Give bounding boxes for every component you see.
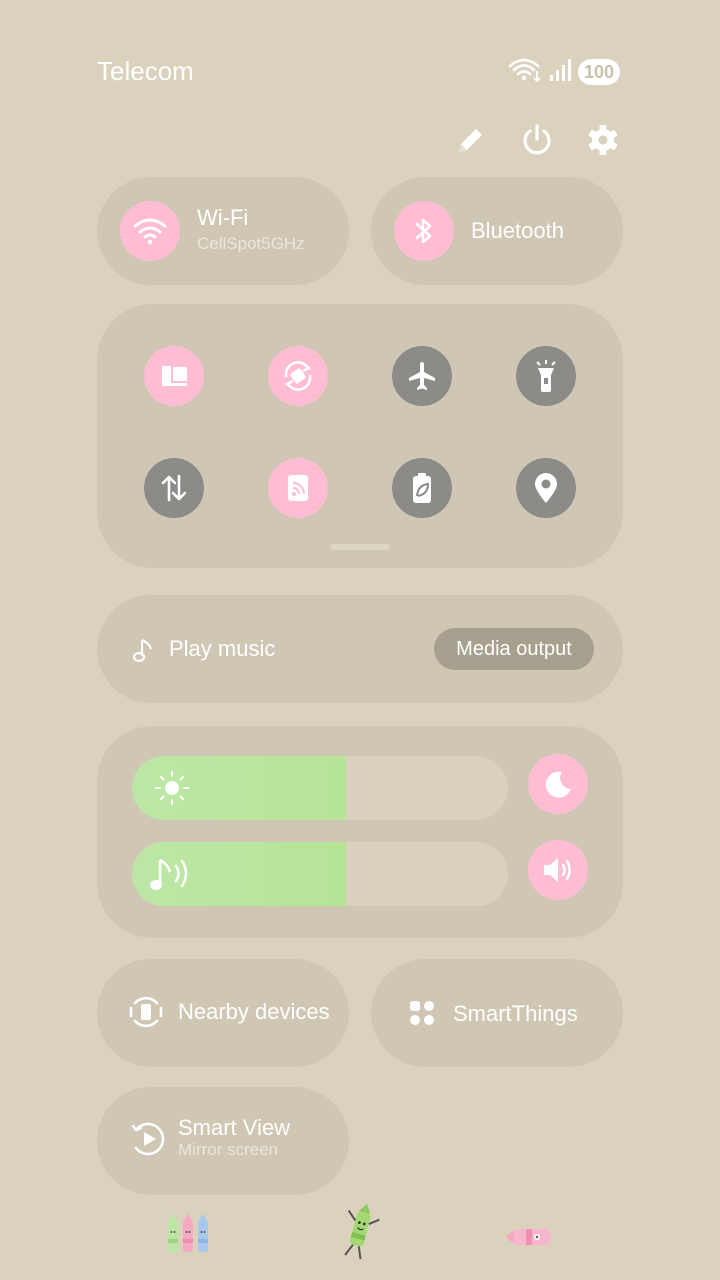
edit-icon[interactable] [453, 122, 489, 158]
wifi-tile[interactable]: Wi-Fi CellSpot5GHz [97, 177, 349, 285]
location-pin-icon[interactable] [516, 458, 576, 518]
hotspot-icon[interactable] [268, 458, 328, 518]
quick-toggles-panel [97, 304, 623, 568]
nearby-devices-label: Nearby devices [178, 999, 330, 1024]
smartthings-icon [408, 999, 436, 1032]
smart-view-tile[interactable]: Smart View Mirror screen [97, 1087, 349, 1195]
flashlight-icon[interactable] [516, 346, 576, 406]
power-icon[interactable] [519, 122, 555, 158]
brightness-slider[interactable] [132, 756, 508, 820]
status-icons: 100 [508, 57, 621, 88]
signal-icon [548, 57, 574, 88]
rotate-icon[interactable] [268, 346, 328, 406]
bluetooth-tile[interactable]: Bluetooth [371, 177, 623, 285]
page-indicator [330, 544, 390, 550]
music-sound-icon [148, 854, 198, 899]
moon-icon[interactable] [528, 754, 588, 814]
smart-view-icon [130, 1120, 166, 1163]
sliders-panel [97, 726, 623, 938]
lying-crayon-sticker-icon [504, 1224, 554, 1255]
sun-icon [154, 770, 190, 811]
wifi-network-name: CellSpot5GHz [197, 234, 305, 253]
battery-indicator: 100 [578, 59, 621, 85]
media-output-button[interactable]: Media output [434, 628, 594, 670]
crayon-trio-sticker-icon [163, 1212, 219, 1259]
speaker-icon[interactable] [528, 840, 588, 900]
nearby-devices-tile[interactable]: Nearby devices [97, 959, 349, 1067]
device-control-icon[interactable] [144, 346, 204, 406]
bluetooth-icon[interactable] [394, 201, 454, 261]
smart-view-subtitle: Mirror screen [178, 1140, 279, 1159]
settings-icon[interactable] [585, 122, 621, 158]
smartthings-label: SmartThings [453, 1001, 578, 1026]
wifi-icon[interactable] [120, 201, 180, 261]
wifi-title: Wi-Fi [197, 205, 249, 230]
wifi-icon [508, 57, 544, 88]
bluetooth-title: Bluetooth [471, 218, 564, 243]
play-music-label: Play music [169, 636, 276, 661]
dancing-crayon-sticker-icon [336, 1200, 384, 1267]
smart-view-title: Smart View [178, 1115, 291, 1140]
data-arrows-icon[interactable] [144, 458, 204, 518]
nearby-devices-icon [127, 993, 165, 1036]
airplane-icon[interactable] [392, 346, 452, 406]
media-tile[interactable]: Play music Media output [97, 595, 623, 703]
carrier-name: Telecom [97, 56, 194, 86]
battery-leaf-icon[interactable] [392, 458, 452, 518]
volume-slider[interactable] [132, 842, 508, 906]
music-note-icon [132, 637, 155, 668]
smartthings-tile[interactable]: SmartThings [371, 959, 623, 1067]
